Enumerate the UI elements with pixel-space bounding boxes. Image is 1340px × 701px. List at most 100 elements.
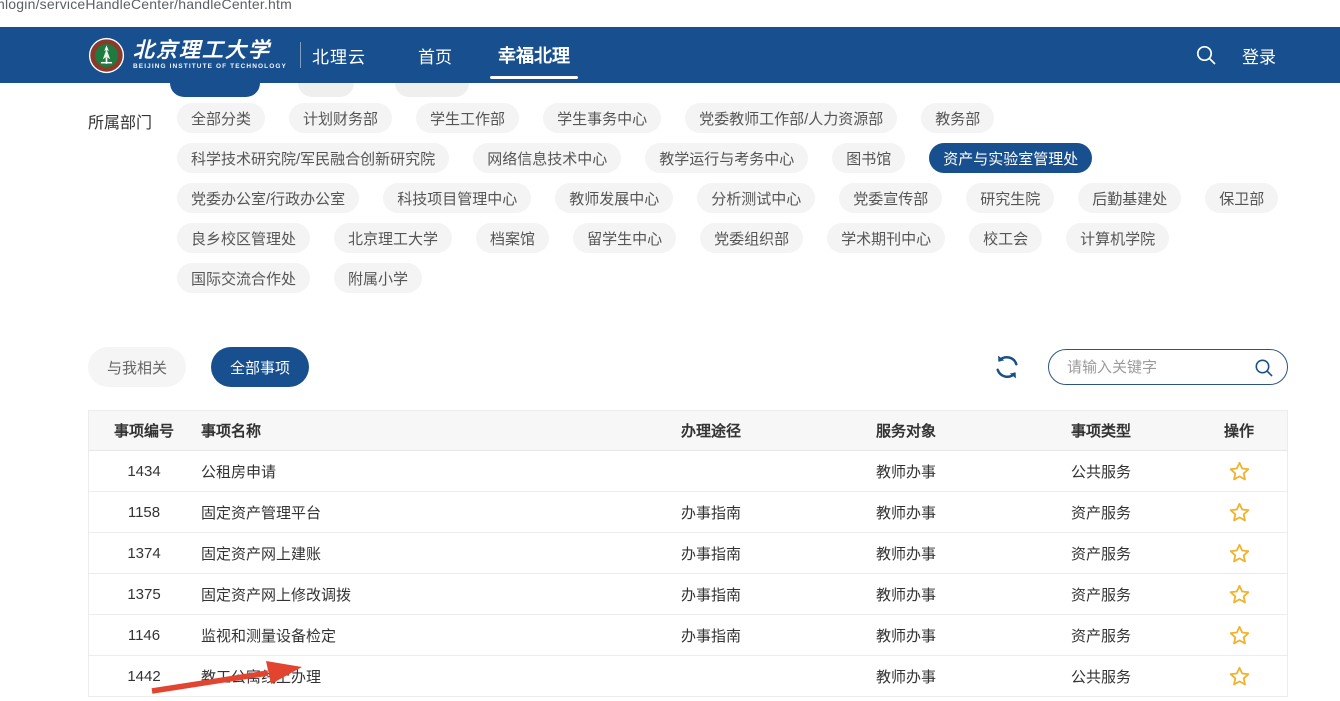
department-tag[interactable]: 党委宣传部 xyxy=(839,183,942,213)
nav-item-home[interactable]: 首页 xyxy=(412,27,458,83)
department-tag-active[interactable]: 资产与实验室管理处 xyxy=(929,143,1092,173)
favorite-star-icon[interactable] xyxy=(1189,624,1289,647)
item-type-cell: 资产服务 xyxy=(1069,502,1189,523)
department-tag[interactable]: 分析测试中心 xyxy=(697,183,815,213)
item-name-link[interactable]: 公租房申请 xyxy=(199,461,679,482)
department-tag[interactable]: 教务部 xyxy=(921,103,994,133)
search-icon[interactable] xyxy=(1194,43,1218,67)
tab-related-to-me[interactable]: 与我相关 xyxy=(88,347,186,387)
department-filter-section: 所属部门 全部分类计划财务部学生工作部学生事务中心党委教师工作部/人力资源部教务… xyxy=(88,103,1303,293)
keyword-search-input[interactable] xyxy=(1067,359,1245,376)
item-id-cell: 1374 xyxy=(89,545,199,562)
login-button[interactable]: 登录 xyxy=(1242,43,1276,68)
department-tag[interactable]: 学生事务中心 xyxy=(543,103,661,133)
department-tag[interactable]: 党委教师工作部/人力资源部 xyxy=(685,103,897,133)
keyword-search-icon[interactable] xyxy=(1253,357,1275,384)
status-url-text: nlogin/serviceHandleCenter/handleCenter.… xyxy=(0,0,292,12)
item-channel-cell[interactable]: 办事指南 xyxy=(679,625,874,646)
table-row[interactable]: 1158固定资产管理平台办事指南教师办事资产服务 xyxy=(89,492,1287,533)
item-name-link[interactable]: 固定资产网上修改调拨 xyxy=(199,584,679,605)
item-audience-cell: 教师办事 xyxy=(874,461,1069,482)
tab-all-items[interactable]: 全部事项 xyxy=(211,347,309,387)
university-logo[interactable]: 北京理工大学 BEIJING INSTITUTE OF TECHNOLOGY 北… xyxy=(88,37,366,74)
list-toolbar: 与我相关 全部事项 xyxy=(88,347,1288,387)
item-audience-cell: 教师办事 xyxy=(874,502,1069,523)
department-tag[interactable]: 科学技术研究院/军民融合创新研究院 xyxy=(177,143,449,173)
department-tag[interactable]: 图书馆 xyxy=(832,143,905,173)
keyword-searchbox xyxy=(1048,349,1288,385)
service-handle-center-page: nlogin/serviceHandleCenter/handleCenter.… xyxy=(0,0,1340,701)
department-tag[interactable]: 北京理工大学 xyxy=(334,223,452,253)
brand-divider xyxy=(300,42,301,68)
university-name-block: 北京理工大学 BEIJING INSTITUTE OF TECHNOLOGY xyxy=(133,40,287,69)
col-header-operation: 操作 xyxy=(1189,420,1289,441)
favorite-star-icon[interactable] xyxy=(1189,460,1289,483)
department-tag[interactable]: 计划财务部 xyxy=(289,103,392,133)
university-name-cn: 北京理工大学 xyxy=(133,40,287,62)
item-channel-cell[interactable]: 办事指南 xyxy=(679,584,874,605)
department-tag[interactable]: 计算机学院 xyxy=(1066,223,1169,253)
department-tag[interactable]: 研究生院 xyxy=(966,183,1054,213)
department-tag[interactable]: 教师发展中心 xyxy=(555,183,673,213)
department-rows: 全部分类计划财务部学生工作部学生事务中心党委教师工作部/人力资源部教务部科学技术… xyxy=(177,103,1278,293)
table-row[interactable]: 1442教工公寓线上办理 教师办事公共服务 xyxy=(89,656,1287,697)
partial-pill[interactable] xyxy=(395,83,469,97)
department-filter-label: 所属部门 xyxy=(88,103,152,293)
item-audience-cell: 教师办事 xyxy=(874,625,1069,646)
table-row[interactable]: 1375固定资产网上修改调拨办事指南教师办事资产服务 xyxy=(89,574,1287,615)
university-name-en: BEIJING INSTITUTE OF TECHNOLOGY xyxy=(133,63,287,70)
department-tag[interactable]: 学生工作部 xyxy=(416,103,519,133)
item-name-link[interactable]: 固定资产网上建账 xyxy=(199,543,679,564)
refresh-icon[interactable] xyxy=(992,352,1022,382)
col-header-audience: 服务对象 xyxy=(874,420,1069,441)
favorite-star-icon[interactable] xyxy=(1189,542,1289,565)
col-header-item-id: 事项编号 xyxy=(89,420,199,441)
department-tag[interactable]: 学术期刊中心 xyxy=(827,223,945,253)
item-type-cell: 公共服务 xyxy=(1069,666,1189,687)
item-name-link[interactable]: 固定资产管理平台 xyxy=(199,502,679,523)
item-id-cell: 1375 xyxy=(89,586,199,603)
table-row[interactable]: 1374固定资产网上建账办事指南教师办事资产服务 xyxy=(89,533,1287,574)
favorite-star-icon[interactable] xyxy=(1189,501,1289,524)
table-row[interactable]: 1146监视和测量设备检定办事指南教师办事资产服务 xyxy=(89,615,1287,656)
department-tag[interactable]: 留学生中心 xyxy=(573,223,676,253)
department-tag[interactable]: 档案馆 xyxy=(476,223,549,253)
partial-pill-active[interactable] xyxy=(170,83,260,97)
col-header-item-type: 事项类型 xyxy=(1069,420,1189,441)
department-tag[interactable]: 保卫部 xyxy=(1205,183,1278,213)
favorite-star-icon[interactable] xyxy=(1189,665,1289,688)
item-name-link[interactable]: 教工公寓线上办理 xyxy=(199,666,679,687)
col-header-item-name: 事项名称 xyxy=(199,420,679,441)
department-tag[interactable]: 科技项目管理中心 xyxy=(383,183,531,213)
table-header-row: 事项编号 事项名称 办理途径 服务对象 事项类型 操作 xyxy=(89,411,1287,451)
department-tag[interactable]: 党委组织部 xyxy=(700,223,803,253)
item-audience-cell: 教师办事 xyxy=(874,666,1069,687)
department-tag[interactable]: 党委办公室/行政办公室 xyxy=(177,183,359,213)
department-tag[interactable]: 网络信息技术中心 xyxy=(473,143,621,173)
item-type-cell: 资产服务 xyxy=(1069,543,1189,564)
partial-pill[interactable] xyxy=(298,83,354,97)
department-tag[interactable]: 全部分类 xyxy=(177,103,265,133)
university-emblem-icon xyxy=(88,37,125,74)
department-tag[interactable]: 教学运行与考务中心 xyxy=(645,143,808,173)
item-type-cell: 资产服务 xyxy=(1069,625,1189,646)
department-tag[interactable]: 良乡校区管理处 xyxy=(177,223,310,253)
item-audience-cell: 教师办事 xyxy=(874,543,1069,564)
favorite-star-icon[interactable] xyxy=(1189,583,1289,606)
table-row[interactable]: 1434公租房申请教师办事公共服务 xyxy=(89,451,1287,492)
toolbar-right-group xyxy=(992,349,1288,385)
item-audience-cell: 教师办事 xyxy=(874,584,1069,605)
top-header: 北京理工大学 BEIJING INSTITUTE OF TECHNOLOGY 北… xyxy=(0,27,1340,83)
product-name: 北理云 xyxy=(312,43,366,68)
item-channel-cell[interactable]: 办事指南 xyxy=(679,543,874,564)
item-channel-cell[interactable]: 办事指南 xyxy=(679,502,874,523)
department-tag[interactable]: 附属小学 xyxy=(334,263,422,293)
nav-item-happy-bit[interactable]: 幸福北理 xyxy=(492,27,576,83)
department-tag[interactable]: 后勤基建处 xyxy=(1078,183,1181,213)
item-id-cell: 1442 xyxy=(89,668,199,685)
department-tag[interactable]: 校工会 xyxy=(969,223,1042,253)
table-body: 1434公租房申请教师办事公共服务1158固定资产管理平台办事指南教师办事资产服… xyxy=(89,451,1287,697)
services-table: 事项编号 事项名称 办理途径 服务对象 事项类型 操作 1434公租房申请教师办… xyxy=(88,410,1288,697)
department-tag[interactable]: 国际交流合作处 xyxy=(177,263,310,293)
item-name-link[interactable]: 监视和测量设备检定 xyxy=(199,625,679,646)
